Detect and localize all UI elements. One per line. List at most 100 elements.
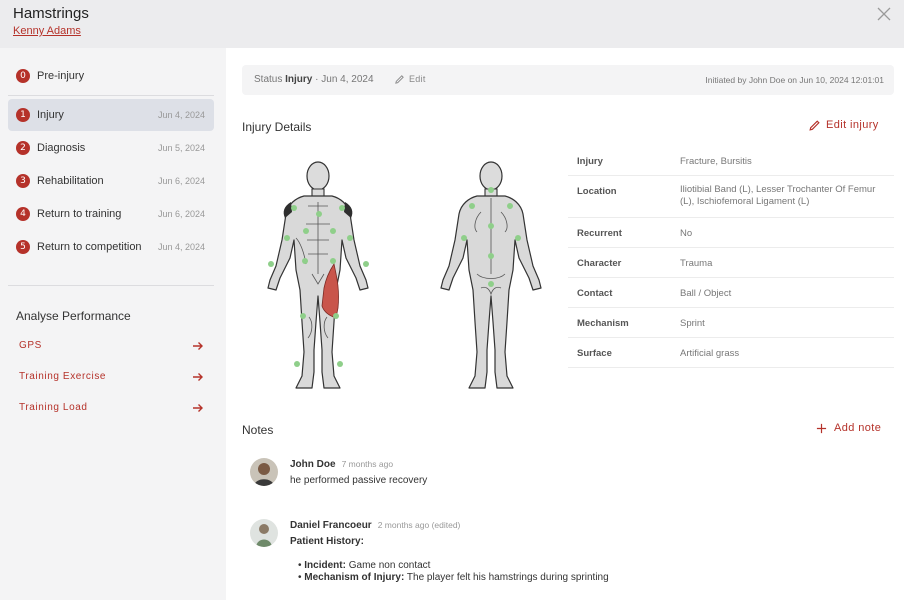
stage-date: Jun 4, 2024 bbox=[157, 110, 205, 120]
detail-value: No bbox=[680, 228, 693, 239]
stage-label: Return to competition bbox=[37, 241, 142, 253]
edit-injury-button[interactable]: Edit injury bbox=[808, 118, 888, 134]
avatar bbox=[250, 458, 278, 486]
edit-label: Edit bbox=[409, 74, 426, 84]
close-icon[interactable] bbox=[874, 4, 894, 24]
stage-label: Rehabilitation bbox=[37, 175, 104, 187]
stage-label: Pre-injury bbox=[37, 70, 85, 82]
pencil-icon bbox=[395, 75, 404, 84]
stage-number-badge: 2 bbox=[16, 141, 30, 155]
note-bullet-text: Game non contact bbox=[348, 560, 431, 571]
note-bullet: • Incident: Game non contact bbox=[298, 560, 431, 571]
detail-key: Recurrent bbox=[577, 228, 622, 239]
plus-icon bbox=[816, 423, 827, 434]
stage-label: Diagnosis bbox=[37, 142, 86, 154]
detail-value: Sprint bbox=[680, 318, 705, 329]
sidebar: 0 Pre-injury 1 Injury Jun 4, 2024 2 Diag… bbox=[0, 48, 226, 600]
status-value: Injury bbox=[285, 74, 313, 85]
note-author: John Doe bbox=[290, 459, 336, 470]
stage-return-to-competition[interactable]: 5 Return to competition Jun 4, 2024 bbox=[8, 231, 214, 263]
stage-number-badge: 4 bbox=[16, 207, 30, 221]
detail-value: Artificial grass bbox=[680, 348, 740, 359]
stage-number-badge: 3 bbox=[16, 174, 30, 188]
stage-diagnosis[interactable]: 2 Diagnosis Jun 5, 2024 bbox=[8, 132, 214, 164]
notes-title: Notes bbox=[242, 423, 274, 437]
add-note-button[interactable]: Add note bbox=[816, 421, 888, 437]
link-training-exercise[interactable]: Training Exercise bbox=[19, 370, 205, 386]
stage-date: Jun 6, 2024 bbox=[157, 209, 205, 219]
initiated-text: Initiated by John Doe on Jun 10, 2024 12… bbox=[705, 75, 884, 85]
detail-row: Contact Ball / Object bbox=[568, 278, 894, 308]
detail-row: Character Trauma bbox=[568, 248, 894, 278]
note-heading: Patient History: bbox=[290, 536, 364, 547]
detail-value: Ball / Object bbox=[680, 288, 732, 299]
arrow-right-icon bbox=[193, 404, 203, 412]
stage-date: Jun 4, 2024 bbox=[157, 242, 205, 252]
status-label: Status bbox=[254, 74, 283, 85]
detail-row: Mechanism Sprint bbox=[568, 308, 894, 338]
divider bbox=[8, 95, 214, 96]
injury-details-table: Injury Fracture, Bursitis Location Iliotib… bbox=[568, 146, 894, 368]
stage-number-badge: 0 bbox=[16, 69, 30, 83]
edit-status-button[interactable]: Edit bbox=[394, 73, 434, 87]
detail-key: Mechanism bbox=[577, 318, 629, 329]
body-map[interactable] bbox=[250, 158, 560, 390]
stage-label: Injury bbox=[37, 109, 64, 121]
avatar bbox=[250, 519, 278, 547]
arrow-right-icon bbox=[193, 342, 203, 350]
note-bullet-label: Incident: bbox=[304, 560, 346, 571]
stage-rehabilitation[interactable]: 3 Rehabilitation Jun 6, 2024 bbox=[8, 165, 214, 197]
page-title: Hamstrings bbox=[13, 5, 89, 22]
stage-date: Jun 6, 2024 bbox=[157, 176, 205, 186]
note-bullet: • Mechanism of Injury: The player felt h… bbox=[298, 572, 609, 583]
detail-row: Recurrent No bbox=[568, 218, 894, 248]
link-label: Training Load bbox=[19, 402, 88, 413]
note-bullet-text: The player felt his hamstrings during sp… bbox=[406, 572, 609, 583]
stage-number-badge: 1 bbox=[16, 108, 30, 122]
stage-label: Return to training bbox=[37, 208, 122, 220]
detail-key: Contact bbox=[577, 288, 613, 299]
note-time: 2 months ago (edited) bbox=[377, 520, 461, 530]
detail-key: Location bbox=[577, 186, 617, 197]
divider bbox=[8, 285, 214, 286]
modal-header: Hamstrings Kenny Adams bbox=[0, 0, 904, 48]
detail-value: Iliotibial Band (L), Lesser Trochanter O… bbox=[680, 184, 876, 207]
detail-row: Location Iliotibial Band (L), Lesser Troc… bbox=[568, 176, 894, 218]
detail-key: Character bbox=[577, 258, 622, 269]
stage-return-to-training[interactable]: 4 Return to training Jun 6, 2024 bbox=[8, 198, 214, 230]
link-gps[interactable]: GPS bbox=[19, 339, 205, 355]
body-front-view bbox=[267, 161, 369, 389]
detail-row: Surface Artificial grass bbox=[568, 338, 894, 368]
detail-value: Trauma bbox=[680, 258, 713, 269]
status-bar: Status Injury · Jun 4, 2024 Edit Initiat… bbox=[242, 65, 894, 95]
note-author-line: John Doe 7 months ago bbox=[290, 459, 393, 470]
link-label: GPS bbox=[19, 340, 42, 351]
athlete-link[interactable]: Kenny Adams bbox=[13, 25, 81, 37]
detail-row: Injury Fracture, Bursitis bbox=[568, 146, 894, 176]
note-bullet-label: Mechanism of Injury: bbox=[304, 572, 405, 583]
edit-injury-label: Edit injury bbox=[826, 119, 879, 131]
status-text: Status Injury · Jun 4, 2024 bbox=[254, 74, 374, 85]
status-date: · Jun 4, 2024 bbox=[315, 74, 374, 85]
stage-date: Jun 5, 2024 bbox=[157, 143, 205, 153]
note-author-line: Daniel Francoeur 2 months ago (edited) bbox=[290, 520, 460, 531]
detail-key: Injury bbox=[577, 156, 603, 167]
stage-number-badge: 5 bbox=[16, 240, 30, 254]
note-item: John Doe 7 months ago he performed passiv… bbox=[250, 458, 650, 492]
note-author: Daniel Francoeur bbox=[290, 520, 372, 531]
analyse-performance-title: Analyse Performance bbox=[16, 309, 131, 323]
stage-pre-injury[interactable]: 0 Pre-injury bbox=[8, 60, 214, 92]
detail-value: Fracture, Bursitis bbox=[680, 156, 752, 167]
add-note-label: Add note bbox=[834, 422, 882, 434]
detail-key: Surface bbox=[577, 348, 612, 359]
note-item: Daniel Francoeur 2 months ago (edited) Pa… bbox=[250, 519, 700, 589]
arrow-right-icon bbox=[193, 373, 203, 381]
note-text: he performed passive recovery bbox=[290, 475, 428, 486]
pencil-icon bbox=[809, 120, 820, 131]
link-training-load[interactable]: Training Load bbox=[19, 401, 205, 417]
injury-details-title: Injury Details bbox=[242, 120, 312, 134]
body-back-view bbox=[440, 161, 542, 389]
link-label: Training Exercise bbox=[19, 371, 107, 382]
note-time: 7 months ago bbox=[341, 459, 394, 469]
stage-injury[interactable]: 1 Injury Jun 4, 2024 bbox=[8, 99, 214, 131]
